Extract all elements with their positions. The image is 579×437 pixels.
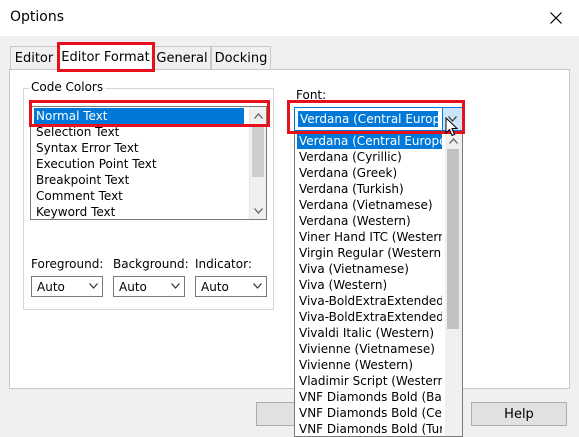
list-item[interactable]: Verdana (Western) <box>297 213 442 229</box>
list-item[interactable]: Vivienne (Vietnamese) <box>297 341 442 357</box>
font-select[interactable]: Verdana (Central Europ <box>294 107 463 131</box>
foreground-select[interactable]: Auto <box>31 276 103 297</box>
ok-button[interactable] <box>256 402 296 426</box>
list-item[interactable]: Verdana (Cyrillic) <box>297 149 442 165</box>
list-item[interactable]: Vladimir Script (Western <box>297 373 442 389</box>
chevron-down-icon <box>171 283 180 289</box>
list-item[interactable]: Viva (Vietnamese) <box>297 261 442 277</box>
scroll-down-button[interactable] <box>250 202 266 219</box>
close-icon <box>550 12 562 24</box>
chevron-down-icon <box>253 283 262 289</box>
list-item[interactable]: Normal Text <box>34 108 244 124</box>
background-select[interactable]: Auto <box>113 276 185 297</box>
tab-editor-format[interactable]: Editor Format <box>58 43 153 70</box>
scroll-thumb[interactable] <box>447 149 459 329</box>
indicator-select[interactable]: Auto <box>195 276 267 297</box>
help-button[interactable]: Help <box>471 402 567 426</box>
list-item[interactable]: Vivienne (Western) <box>297 357 442 373</box>
list-item[interactable]: Keyword Text <box>34 204 115 219</box>
list-item[interactable]: VNF Diamonds Bold (Cen <box>297 405 442 421</box>
chevron-up-icon <box>254 112 263 119</box>
code-colors-label: Code Colors <box>29 80 106 94</box>
list-item[interactable]: Selection Text <box>34 124 119 140</box>
window-title: Options <box>10 9 65 25</box>
font-list-scrollbar[interactable] <box>445 132 462 436</box>
code-colors-list[interactable]: Normal Text Selection Text Syntax Error … <box>30 106 267 220</box>
list-item[interactable]: VNF Diamonds Bold (Balt <box>297 389 442 405</box>
foreground-value: Auto <box>37 280 65 294</box>
font-value: Verdana (Central Europ <box>298 111 438 127</box>
list-item[interactable]: Execution Point Text <box>34 156 157 172</box>
font-dropdown-list[interactable]: Verdana (Central Europe Verdana (Cyrilli… <box>294 131 463 437</box>
list-item[interactable]: Vivaldi Italic (Western) <box>297 325 442 341</box>
list-item[interactable]: Breakpoint Text <box>34 172 129 188</box>
foreground-label: Foreground: <box>31 257 104 271</box>
list-item[interactable]: Verdana (Central Europe <box>297 133 442 149</box>
list-item[interactable]: Verdana (Turkish) <box>297 181 442 197</box>
tab-general[interactable]: General <box>153 46 211 69</box>
mouse-pointer-icon <box>445 117 459 137</box>
list-item[interactable]: Viva-BoldExtraExtended ( <box>297 293 442 309</box>
background-label: Background: <box>113 257 189 271</box>
list-item[interactable]: Verdana (Vietnamese) <box>297 197 442 213</box>
tab-editor[interactable]: Editor <box>10 46 58 69</box>
list-scrollbar[interactable] <box>249 107 266 219</box>
chevron-down-icon <box>254 207 263 214</box>
scroll-up-button[interactable] <box>250 107 266 124</box>
list-item[interactable]: Virgin Regular (Western) <box>297 245 442 261</box>
list-item[interactable]: Viva-BoldExtraExtended ( <box>297 309 442 325</box>
indicator-value: Auto <box>201 280 229 294</box>
chevron-up-icon <box>449 137 458 144</box>
tab-docking[interactable]: Docking <box>211 46 271 69</box>
list-item[interactable]: Comment Text <box>34 188 123 204</box>
title-bar: Options <box>0 0 579 36</box>
font-label: Font: <box>296 88 327 102</box>
close-button[interactable] <box>533 0 579 36</box>
scroll-thumb[interactable] <box>252 125 264 177</box>
list-item[interactable]: Viner Hand ITC (Western <box>297 229 442 245</box>
background-value: Auto <box>119 280 147 294</box>
indicator-label: Indicator: <box>195 257 252 271</box>
chevron-down-icon <box>89 283 98 289</box>
list-item[interactable]: VNF Diamonds Bold (Tur <box>297 421 442 436</box>
list-item[interactable]: Syntax Error Text <box>34 140 139 156</box>
list-item[interactable]: Verdana (Greek) <box>297 165 442 181</box>
list-item[interactable]: Viva (Western) <box>297 277 442 293</box>
